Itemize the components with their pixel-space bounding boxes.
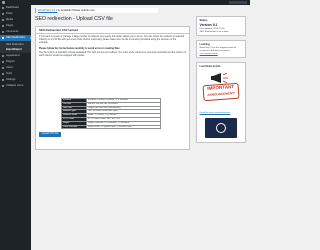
page-title: SEO redirection - Upload CSV file: [35, 16, 113, 22]
column-name: Case sensitive: [61, 124, 87, 130]
format-note: The file must be a standard comma-separa…: [39, 52, 186, 57]
pin-icon: [1, 12, 5, 16]
media-icon: [1, 18, 5, 22]
looking-box: Looking Need help? Visit the support for…: [196, 40, 246, 58]
csv-format-table: Enabled Enabled = redirect enabled / 0 = …: [61, 98, 161, 130]
wrench-icon: [1, 72, 5, 76]
sidebar-item-label: Settings: [6, 78, 16, 81]
intro-text: If you want to create or manage a large …: [39, 36, 184, 44]
page-icon: [1, 24, 5, 28]
news-title: Last News & Info: [199, 64, 221, 68]
announcement-image[interactable]: IMPORTANT ANNOUNCEMENT!: [201, 72, 241, 110]
sidebar-item-label: Media: [6, 18, 14, 21]
user-account-menu[interactable]: [229, 1, 247, 4]
sidebar-item-label: Tools: [6, 72, 13, 75]
news-box: Last News & Info IMPORTANT ANNOUNCEMENT!…: [196, 62, 246, 143]
submenu-item-import-export[interactable]: Import/Export: [0, 47, 31, 52]
format-label: Please follow the format below carefully…: [39, 47, 121, 50]
sidebar-submenu: SEO Redirection Import/Export: [0, 41, 31, 53]
update-notice: WordPress 6.6.2 is available! Please upd…: [35, 8, 158, 13]
paintbrush-icon: [1, 54, 5, 58]
users-icon: [1, 66, 5, 70]
megaphone-icon: [211, 72, 228, 83]
update-notice-text: is available! Please update now.: [57, 9, 95, 12]
sidebar-item-seo-redirection[interactable]: SEO Redirection: [0, 35, 31, 41]
status-box: Status Version 9.1 Last updated: 2024-10…: [196, 16, 246, 36]
comment-icon: [1, 30, 5, 34]
upload-csv-button[interactable]: Upload CSV File: [39, 132, 61, 137]
column-description: Match case: 0 = ignore case, 1 = match c…: [86, 124, 161, 130]
announcement-stamp: IMPORTANT ANNOUNCEMENT!: [202, 82, 240, 101]
admin-sidebar: Dashboard Posts Media Pages Comments SEO…: [0, 5, 31, 250]
panel-header: SEO Redirection CSV Upload: [36, 27, 189, 34]
promo-banner[interactable]: [205, 117, 237, 138]
sidebar-item-label: Collapse menu: [6, 84, 24, 87]
status-note: SEO Redirection is up to date.: [199, 30, 229, 33]
update-link[interactable]: WordPress 6.6.2: [38, 9, 57, 12]
plugin-icon: [1, 60, 5, 64]
current-menu-arrow: [30, 36, 31, 39]
gear-icon: [1, 78, 5, 82]
sidebar-item-label: Comments: [6, 30, 19, 33]
csv-upload-panel: SEO Redirection CSV Upload If you want t…: [35, 26, 190, 150]
table-row: Case sensitive Match case: 0 = ignore cas…: [61, 124, 161, 130]
sidebar-item-label: Pages: [6, 24, 14, 27]
right-sidebar: Status Version 9.1 Last updated: 2024-10…: [196, 16, 246, 147]
support-link[interactable]: Visit support forum: [200, 53, 243, 56]
admin-bar: [0, 0, 250, 5]
sidebar-item-label: Dashboard: [6, 6, 19, 9]
wordpress-logo-icon: [216, 122, 226, 133]
news-link[interactable]: Read the latest announcements: [200, 112, 243, 115]
wordpress-logo-icon[interactable]: [2, 1, 5, 4]
sidebar-item-label: SEO Redirection: [6, 36, 26, 39]
collapse-icon: [1, 84, 5, 88]
sidebar-item-label: Plugins: [6, 60, 15, 63]
redirect-icon: [1, 36, 5, 40]
sidebar-collapse-menu[interactable]: Collapse menu: [0, 83, 31, 89]
sidebar-item-label: Appearance: [6, 54, 20, 57]
sidebar-item-label: Posts: [6, 12, 13, 15]
sidebar-item-label: Users: [6, 66, 13, 69]
dashboard-icon: [1, 6, 5, 10]
